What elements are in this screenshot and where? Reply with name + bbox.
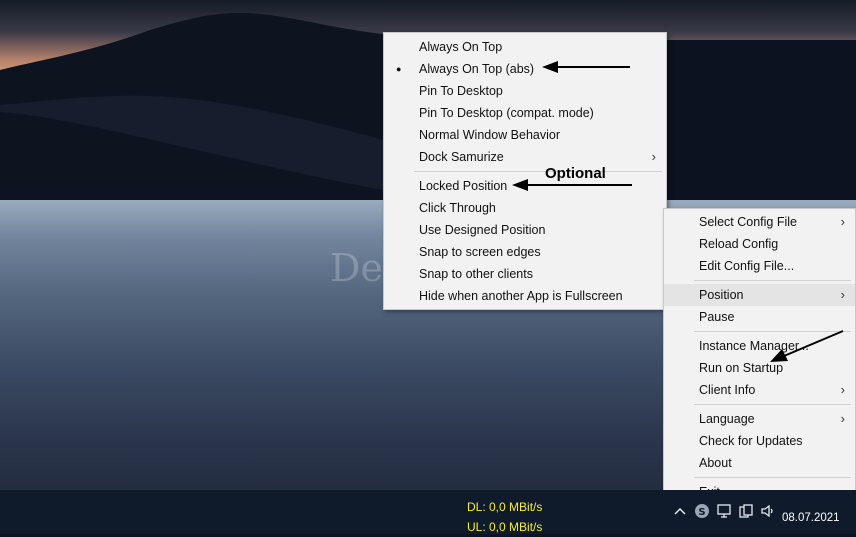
menu-item-pin-to-desktop[interactable]: Pin To Desktop (384, 80, 666, 102)
menu-separator (694, 331, 851, 332)
system-tray: S (672, 500, 776, 522)
chevron-right-icon: › (840, 382, 845, 397)
network-meter: DL: 0,0 MBit/s UL: 0,0 MBit/s (467, 497, 557, 537)
taskbar-date[interactable]: 08.07.2021 (782, 512, 840, 524)
check-dot-icon: ● (396, 64, 402, 74)
chevron-right-icon: › (651, 149, 656, 164)
chevron-right-icon: › (840, 411, 845, 426)
speaker-icon[interactable] (760, 503, 776, 519)
menu-item-position[interactable]: Position › (664, 284, 855, 306)
menu-item-select-config-file[interactable]: Select Config File › (664, 211, 855, 233)
chevron-right-icon: › (840, 287, 845, 302)
menu-item-snap-other-clients[interactable]: Snap to other clients (384, 263, 666, 285)
menu-item-hide-fullscreen[interactable]: Hide when another App is Fullscreen (384, 285, 666, 307)
menu-item-always-on-top-abs[interactable]: ● Always On Top (abs) (384, 58, 666, 80)
chevron-right-icon: › (840, 214, 845, 229)
menu-item-client-info[interactable]: Client Info › (664, 379, 855, 401)
menu-item-run-on-startup[interactable]: Run on Startup (664, 357, 855, 379)
menu-separator (694, 477, 851, 478)
menu-item-normal-window[interactable]: Normal Window Behavior (384, 124, 666, 146)
menu-item-check-updates[interactable]: Check for Updates (664, 430, 855, 452)
network-icon[interactable] (716, 503, 732, 519)
menu-item-instance-manager[interactable]: Instance Manager... (664, 335, 855, 357)
menu-item-about[interactable]: About (664, 452, 855, 474)
menu-item-snap-screen-edges[interactable]: Snap to screen edges (384, 241, 666, 263)
menu-item-pause[interactable]: Pause (664, 306, 855, 328)
menu-separator (694, 280, 851, 281)
menu-item-edit-config-file[interactable]: Edit Config File... (664, 255, 855, 277)
tray-context-menu: Select Config File › Reload Config Edit C… (663, 208, 856, 507)
menu-item-always-on-top[interactable]: Always On Top (384, 36, 666, 58)
chevron-up-icon[interactable] (672, 503, 688, 519)
menu-item-language[interactable]: Language › (664, 408, 855, 430)
app-s-icon[interactable]: S (694, 503, 710, 519)
annotation-optional-label: Optional (545, 165, 606, 182)
download-speed: DL: 0,0 MBit/s (467, 500, 543, 514)
menu-item-pin-to-desktop-compat[interactable]: Pin To Desktop (compat. mode) (384, 102, 666, 124)
menu-item-use-designed-position[interactable]: Use Designed Position (384, 219, 666, 241)
svg-text:S: S (698, 507, 705, 518)
copy-icon[interactable] (738, 503, 754, 519)
menu-separator (694, 404, 851, 405)
menu-separator (414, 171, 662, 172)
upload-speed: UL: 0,0 MBit/s (467, 520, 543, 534)
position-submenu: Always On Top ● Always On Top (abs) Pin T… (383, 32, 667, 310)
menu-item-dock-samurize[interactable]: Dock Samurize › (384, 146, 666, 168)
menu-item-click-through[interactable]: Click Through (384, 197, 666, 219)
menu-item-reload-config[interactable]: Reload Config (664, 233, 855, 255)
menu-item-locked-position[interactable]: Locked Position (384, 175, 666, 197)
